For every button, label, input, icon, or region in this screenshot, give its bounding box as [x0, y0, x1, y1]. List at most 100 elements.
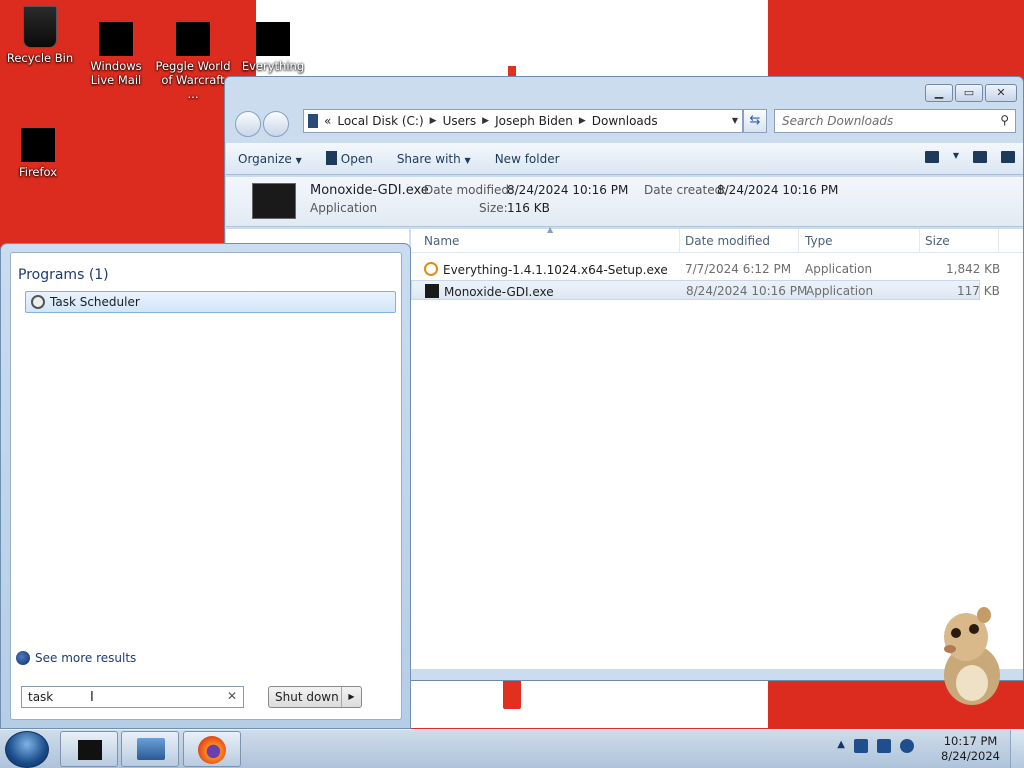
close-button[interactable]: ✕: [985, 84, 1017, 102]
search-placeholder: Search Downloads: [782, 114, 894, 128]
file-row[interactable]: Everything-1.4.1.1024.x64-Setup.exe 7/7/…: [411, 259, 1000, 279]
change-view-icon[interactable]: [924, 151, 939, 163]
hamster-image: [944, 607, 1000, 705]
taskbar-app-explorer[interactable]: [121, 731, 179, 767]
shutdown-button[interactable]: Shut down ▶: [268, 686, 362, 708]
taskbar-clock[interactable]: 10:17 PM 8/24/2024: [941, 734, 1000, 764]
desktop-icon-label: Peggle World of Warcraft ...: [155, 59, 231, 101]
desktop-icon-peggle[interactable]: Peggle World of Warcraft ...: [155, 22, 231, 101]
refresh-button[interactable]: ⇆: [743, 109, 767, 133]
breadcrumb-users[interactable]: Users: [443, 114, 477, 128]
result-task-scheduler[interactable]: Task Scheduler: [25, 291, 396, 313]
taskbar-app-console[interactable]: [60, 731, 118, 767]
see-more-results-link[interactable]: See more results: [16, 651, 136, 665]
address-bar[interactable]: « Local Disk (C:) ▶ Users ▶ Joseph Biden…: [303, 109, 743, 133]
share-with-button[interactable]: Share with ▼: [385, 152, 483, 166]
recycle-bin-icon: [23, 6, 57, 48]
clock-time: 10:17 PM: [943, 734, 998, 748]
file-name-cell: Monoxide-GDI.exe: [425, 284, 554, 299]
network-icon[interactable]: [877, 739, 891, 753]
details-date-modified: 8/24/2024 10:16 PM: [507, 183, 629, 197]
column-separator[interactable]: [798, 229, 799, 253]
search-input[interactable]: Search Downloads ⚲: [774, 109, 1016, 133]
text-cursor-icon: I: [90, 690, 94, 705]
forward-button[interactable]: [263, 111, 289, 137]
file-size: 1,842 KB: [946, 262, 1001, 276]
file-icon: [325, 151, 337, 165]
details-date-created: 8/24/2024 10:16 PM: [717, 183, 839, 197]
minimize-button[interactable]: ▁: [925, 84, 953, 102]
everything-icon: [424, 262, 438, 276]
column-separator[interactable]: [679, 229, 680, 253]
start-search-input[interactable]: task I ✕: [21, 686, 244, 708]
desktop-icon-recycle-bin[interactable]: Recycle Bin: [2, 6, 78, 65]
breadcrumb-arrow-icon[interactable]: ▶: [430, 116, 437, 126]
column-header-type[interactable]: Type: [805, 234, 833, 248]
console-icon: [78, 740, 102, 760]
open-button[interactable]: Open: [314, 151, 385, 166]
breadcrumb-arrow-icon[interactable]: ▶: [579, 116, 586, 126]
result-label: Task Scheduler: [50, 295, 140, 309]
peggle-icon: [176, 22, 210, 56]
taskbar-app-firefox[interactable]: [183, 731, 241, 767]
desktop-icon-label: Windows Live Mail: [90, 59, 142, 87]
breadcrumb-user[interactable]: Joseph Biden: [495, 114, 573, 128]
application-icon: [425, 284, 439, 298]
computer-icon: [308, 114, 318, 128]
organize-button[interactable]: Organize ▼: [226, 152, 314, 166]
organize-label: Organize: [238, 151, 292, 166]
column-separator[interactable]: [998, 229, 999, 253]
help-icon[interactable]: [1001, 151, 1015, 163]
action-center-icon[interactable]: [854, 739, 868, 753]
chevron-up-icon[interactable]: ▲: [837, 739, 845, 753]
show-desktop-button[interactable]: [1010, 730, 1024, 768]
details-type: Application: [310, 201, 378, 215]
sort-ascending-icon: ▲: [547, 225, 554, 234]
start-menu: Programs (1) Task Scheduler See more res…: [0, 243, 411, 729]
desktop-icon-everything[interactable]: Everything: [235, 22, 311, 73]
search-globe-icon: [16, 651, 30, 665]
desktop-icon-label: Firefox: [18, 165, 58, 179]
chevron-down-icon: ▼: [464, 155, 471, 165]
clear-icon[interactable]: ✕: [227, 689, 237, 703]
file-row-selected[interactable]: Monoxide-GDI.exe 8/24/2024 10:16 PM Appl…: [411, 280, 1000, 300]
taskbar: ▲ 10:17 PM 8/24/2024: [0, 729, 1024, 768]
start-button[interactable]: [5, 731, 49, 768]
maximize-button[interactable]: ▭: [955, 84, 983, 102]
preview-pane-icon[interactable]: [973, 151, 987, 163]
shutdown-label: Shut down: [275, 690, 339, 704]
volume-icon[interactable]: [900, 739, 914, 753]
chevron-down-icon[interactable]: ▼: [732, 116, 738, 125]
firefox-icon: [198, 736, 226, 764]
view-controls: ▼: [924, 151, 1015, 163]
column-header-date-modified[interactable]: Date modified: [685, 234, 770, 248]
desktop-icon-label: Recycle Bin: [6, 51, 74, 65]
breadcrumb-downloads[interactable]: Downloads: [592, 114, 658, 128]
column-header-size[interactable]: Size: [925, 234, 950, 248]
clock-icon: [31, 295, 45, 309]
system-tray: ▲: [837, 739, 914, 753]
see-more-label: See more results: [35, 651, 137, 665]
search-icon[interactable]: ⚲: [1000, 113, 1009, 127]
everything-icon: [256, 22, 290, 56]
file-name-cell: Everything-1.4.1.1024.x64-Setup.exe: [424, 262, 668, 277]
share-with-label: Share with: [396, 151, 461, 166]
back-button[interactable]: [235, 111, 261, 137]
desktop-icon-firefox[interactable]: Firefox: [0, 128, 76, 179]
column-separator[interactable]: [919, 229, 920, 253]
new-folder-button[interactable]: New folder: [483, 152, 572, 166]
breadcrumb-arrow-icon[interactable]: ▶: [482, 116, 489, 126]
chevron-down-icon: ▼: [295, 155, 302, 165]
column-header-name[interactable]: Name: [424, 234, 459, 248]
file-type: Application: [805, 262, 873, 276]
desktop-icon-windows-live-mail[interactable]: Windows Live Mail: [78, 22, 154, 87]
details-pane: Monoxide-GDI.exe Date modified: 8/24/202…: [226, 177, 1023, 227]
file-type: Application: [806, 284, 874, 298]
command-bar: Organize ▼ Open Share with ▼ New folder …: [226, 143, 1023, 175]
chevron-down-icon[interactable]: ▼: [953, 151, 959, 163]
breadcrumb-local-disk[interactable]: Local Disk (C:): [337, 114, 423, 128]
address-overflow[interactable]: «: [324, 114, 331, 128]
details-file-name: Monoxide-GDI.exe: [310, 183, 429, 198]
file-name: Monoxide-GDI.exe: [444, 285, 554, 299]
shutdown-options-arrow-icon[interactable]: ▶: [341, 687, 361, 707]
